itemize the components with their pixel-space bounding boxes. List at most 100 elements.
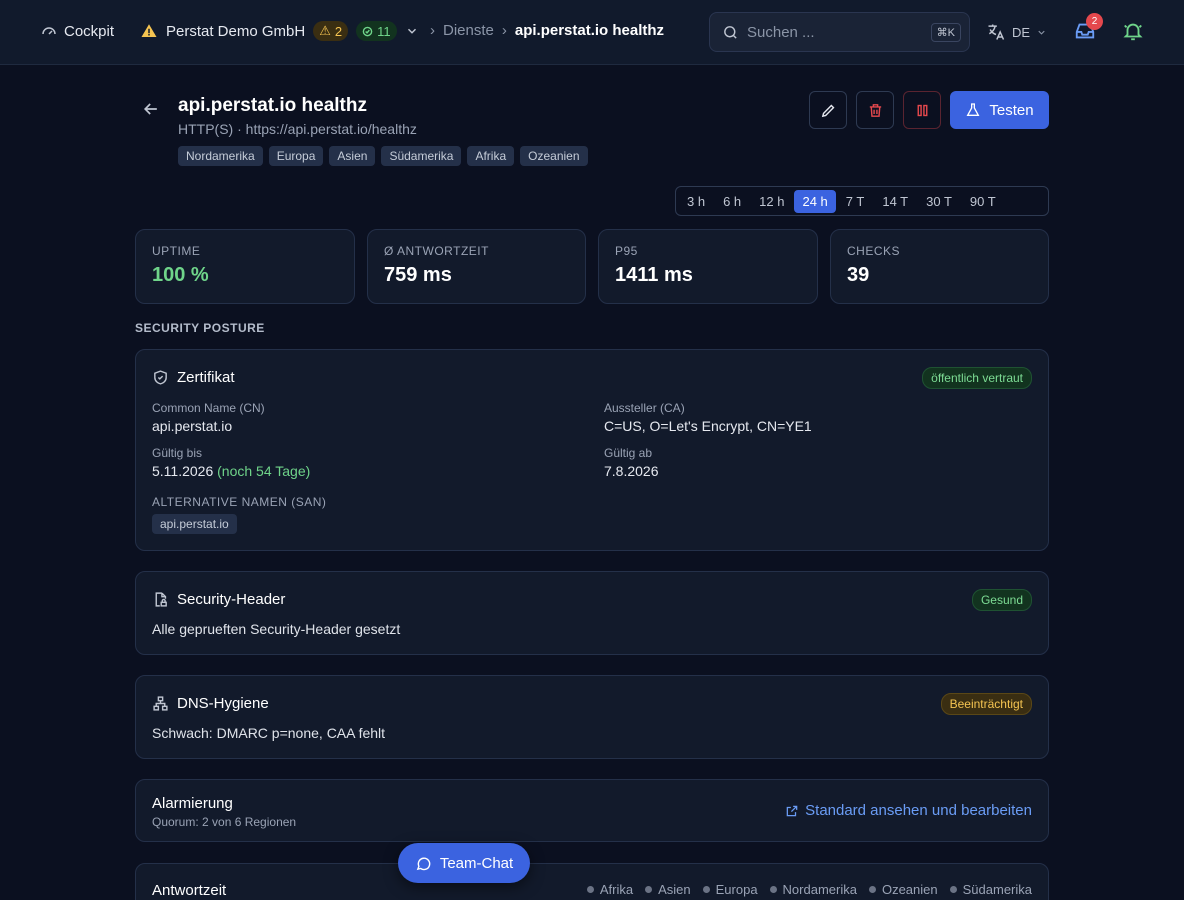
alerting-link-label: Standard ansehen und bearbeiten — [805, 802, 1032, 819]
range-option[interactable]: 12 h — [751, 190, 792, 213]
inbox-button[interactable]: 2 — [1074, 13, 1103, 42]
ok-count: 11 — [377, 23, 391, 39]
legend-dot — [769, 886, 777, 893]
stat-value: 100 % — [152, 264, 209, 286]
org-name: Perstat Demo GmbH — [166, 22, 306, 40]
top-bar: Cockpit Perstat Demo GmbH ⚠ 2 11 › Diens… — [0, 0, 1184, 65]
range-option[interactable]: 90 T — [962, 190, 1004, 213]
test-label: Testen — [989, 101, 1034, 119]
legend-item[interactable]: Südamerika — [949, 882, 1032, 897]
legend-item[interactable]: Asien — [645, 882, 691, 897]
legend-dot — [868, 886, 876, 893]
range-option-selected[interactable]: 24 h — [794, 189, 836, 213]
legend-label: Südamerika — [962, 882, 1032, 897]
back-button[interactable] — [141, 99, 161, 119]
card-title: Zertifikat — [152, 369, 235, 386]
region-tag: Nordamerika — [178, 146, 263, 166]
notifications-button[interactable] — [1122, 20, 1144, 42]
legend-item[interactable]: Afrika — [586, 882, 633, 897]
range-option[interactable]: 30 T — [918, 190, 960, 213]
translate-icon — [986, 22, 1006, 42]
alerting-edit-link[interactable]: Standard ansehen und bearbeiten — [785, 802, 1032, 819]
file-lock-icon — [152, 591, 169, 608]
valid-until-note: (noch 54 Tage) — [217, 463, 311, 479]
range-option[interactable]: 6 h — [715, 190, 749, 213]
language-selector[interactable]: DE — [986, 22, 1047, 42]
pause-button[interactable] — [903, 91, 941, 129]
org-switcher[interactable]: Perstat Demo GmbH ⚠ 2 11 — [140, 21, 419, 41]
dns-text: Schwach: DMARC p=none, CAA fehlt — [152, 725, 386, 741]
stat-label: CHECKS — [847, 244, 901, 258]
gauge-icon — [40, 22, 58, 40]
stat-card-checks: CHECKS 39 — [830, 229, 1049, 304]
issuer-value: C=US, O=Let's Encrypt, CN=YE1 — [604, 418, 812, 434]
stat-value: 1411 ms — [615, 264, 693, 286]
check-circle-icon — [362, 26, 373, 37]
legend-dot — [702, 886, 710, 893]
chart-legend: Afrika Asien Europa Nordamerika Ozeanien… — [586, 882, 1032, 897]
cn-label: Common Name (CN) — [152, 401, 265, 415]
shield-icon — [152, 369, 169, 386]
legend-item[interactable]: Nordamerika — [769, 882, 857, 897]
card-title: DNS-Hygiene — [152, 695, 269, 712]
region-tag: Europa — [268, 146, 324, 166]
security-header-title: Security-Header — [177, 591, 286, 608]
breadcrumb-parent[interactable]: Dienste — [443, 22, 494, 39]
cn-value: api.perstat.io — [152, 418, 233, 434]
warning-triangle-icon — [140, 22, 158, 40]
edit-button[interactable] — [809, 91, 847, 129]
legend-item[interactable]: Ozeanien — [868, 882, 938, 897]
security-header-card: Security-Header Gesund Alle geprueften S… — [135, 571, 1049, 655]
alerting-card: Alarmierung Quorum: 2 von 6 Regionen Sta… — [135, 779, 1049, 842]
range-option[interactable]: 7 T — [838, 190, 873, 213]
region-tag: Asien — [329, 146, 376, 166]
inbox-count-badge: 2 — [1086, 13, 1103, 30]
status-badge: Beeinträchtigt — [940, 693, 1032, 715]
breadcrumb: › Dienste › api.perstat.io healthz — [430, 22, 664, 39]
certificate-card: Zertifikat öffentlich vertraut Common Na… — [135, 349, 1049, 551]
language-label: DE — [1012, 24, 1031, 40]
small-warning-icon: ⚠ — [319, 23, 331, 38]
legend-dot — [645, 886, 653, 893]
cockpit-label: Cockpit — [64, 22, 115, 40]
region-tags: Nordamerika Europa Asien Südamerika Afri… — [178, 146, 588, 166]
cockpit-link[interactable]: Cockpit — [40, 22, 114, 40]
pause-icon — [914, 102, 931, 119]
stat-value: 39 — [847, 264, 870, 286]
ok-count-badge: 11 — [356, 21, 397, 41]
certificate-title: Zertifikat — [177, 369, 235, 386]
chat-bubble-icon — [415, 855, 432, 872]
delete-button[interactable] — [856, 91, 894, 129]
warning-count: 2 — [334, 23, 343, 39]
network-icon — [152, 695, 169, 712]
search-shortcut: ⌘K — [930, 22, 961, 42]
external-link-icon — [785, 804, 799, 818]
stat-label: P95 — [615, 244, 638, 258]
bell-ring-icon — [1122, 20, 1144, 42]
issuer-label: Aussteller (CA) — [604, 401, 685, 415]
breadcrumb-current: api.perstat.io healthz — [514, 22, 665, 39]
stat-label: UPTIME — [152, 244, 201, 258]
dns-hygiene-card: DNS-Hygiene Beeinträchtigt Schwach: DMAR… — [135, 675, 1049, 759]
range-option[interactable]: 14 T — [874, 190, 916, 213]
alerting-title: Alarmierung — [152, 795, 233, 812]
valid-until-label: Gültig bis — [152, 446, 203, 460]
search-input[interactable]: Suchen ... ⌘K — [709, 12, 970, 52]
legend-item[interactable]: Europa — [702, 882, 758, 897]
legend-label: Asien — [658, 882, 691, 897]
breadcrumb-separator-icon: › — [430, 22, 435, 39]
page-subtitle: HTTP(S) · https://api.perstat.io/healthz — [178, 121, 417, 137]
range-option[interactable]: 3 h — [679, 190, 713, 213]
security-header-text: Alle geprueften Security-Header gesetzt — [152, 621, 401, 637]
status-badge: öffentlich vertraut — [922, 367, 1032, 389]
team-chat-button[interactable]: Team-Chat — [398, 843, 530, 883]
status-badge: Gesund — [971, 589, 1032, 611]
legend-dot — [586, 886, 594, 893]
card-title: Security-Header — [152, 591, 285, 608]
response-title: Antwortzeit — [152, 882, 227, 899]
test-button[interactable]: Testen — [950, 91, 1049, 129]
valid-until-value: 5.11.2026 — [152, 463, 214, 479]
region-tag: Südamerika — [381, 146, 462, 166]
chevron-down-icon[interactable] — [405, 24, 419, 38]
legend-dot — [949, 886, 957, 893]
